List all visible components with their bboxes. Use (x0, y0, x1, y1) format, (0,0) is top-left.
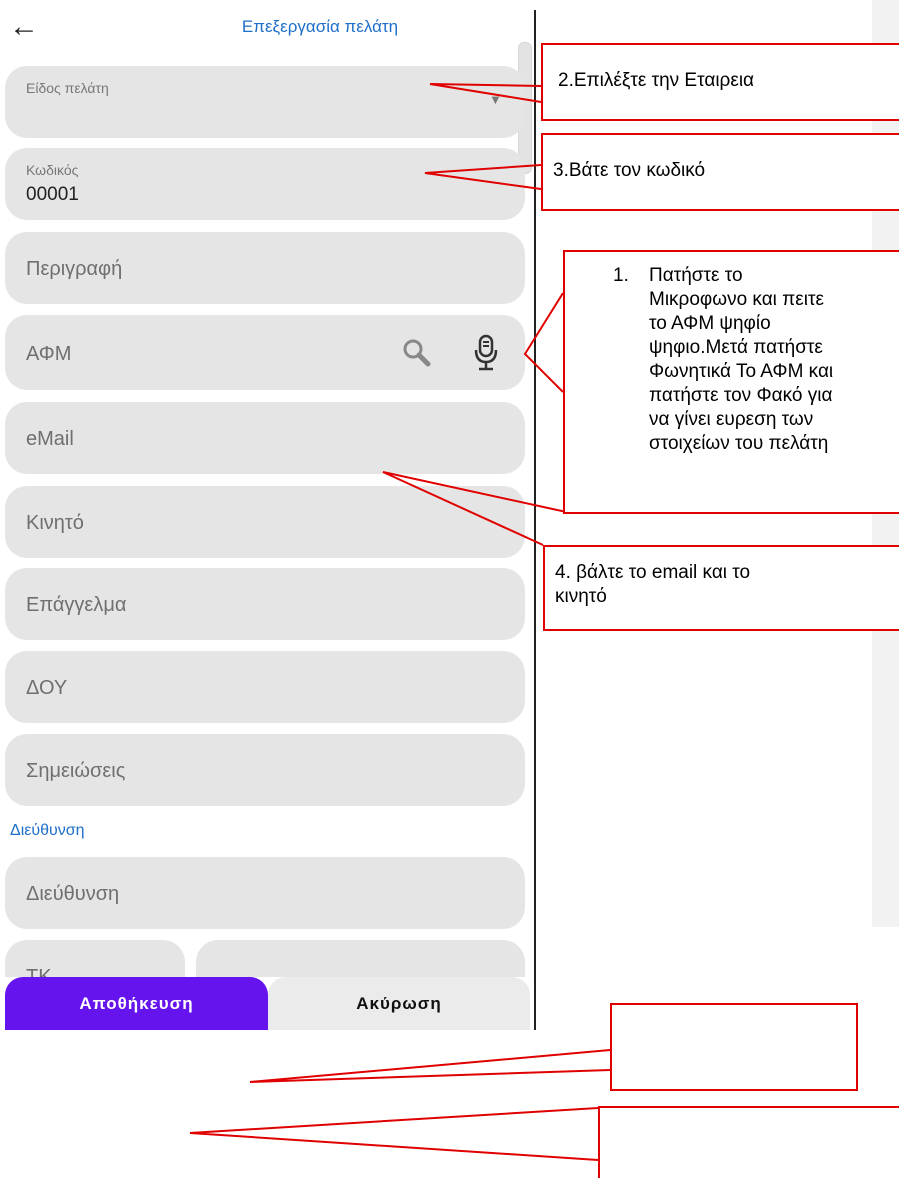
callout-line: 4. βάλτε το email και το (555, 562, 751, 583)
callout-line: ψηφιο.Μετά πατήστε (649, 337, 823, 358)
callout-cancel-blank (598, 1106, 899, 1178)
callout-line: Πατήστε το (649, 265, 743, 286)
callout-enter-code: 3.Βάτε τον κωδικό (541, 133, 899, 211)
callout-email-mobile: 4. βάλτε το email και το κινητό (543, 545, 899, 631)
callout-select-company-text: 2.Επιλέξτε την Εταιρεια (558, 70, 755, 91)
callout-select-company: 2.Επιλέξτε την Εταιρεια (541, 43, 899, 121)
callout-enter-code-text: 3.Βάτε τον κωδικό (553, 160, 706, 181)
callout-email-mobile-text: 4. βάλτε το email και το κινητό (555, 561, 750, 609)
callout-voice-vat-text: Πατήστε το Μικροφωνο και πειτε το ΑΦΜ ψη… (649, 264, 833, 456)
callout-line: να γίνει ευρεση των (649, 409, 814, 430)
callout-voice-vat: 1. Πατήστε το Μικροφωνο και πειτε το ΑΦΜ… (563, 250, 899, 514)
callout-save-blank (610, 1003, 858, 1091)
callout-line: το ΑΦΜ ψηφίο (649, 313, 771, 334)
callout-line: Μικροφωνο και πειτε (649, 289, 824, 310)
callout-line: πατήστε τον Φακό για (649, 385, 833, 406)
callout-voice-vat-number: 1. (613, 265, 629, 286)
callout-line: στοιχείων του πελάτη (649, 433, 829, 454)
callout-line: κινητό (555, 586, 607, 607)
callout-line: Φωνητικά Το ΑΦΜ και (649, 361, 834, 382)
